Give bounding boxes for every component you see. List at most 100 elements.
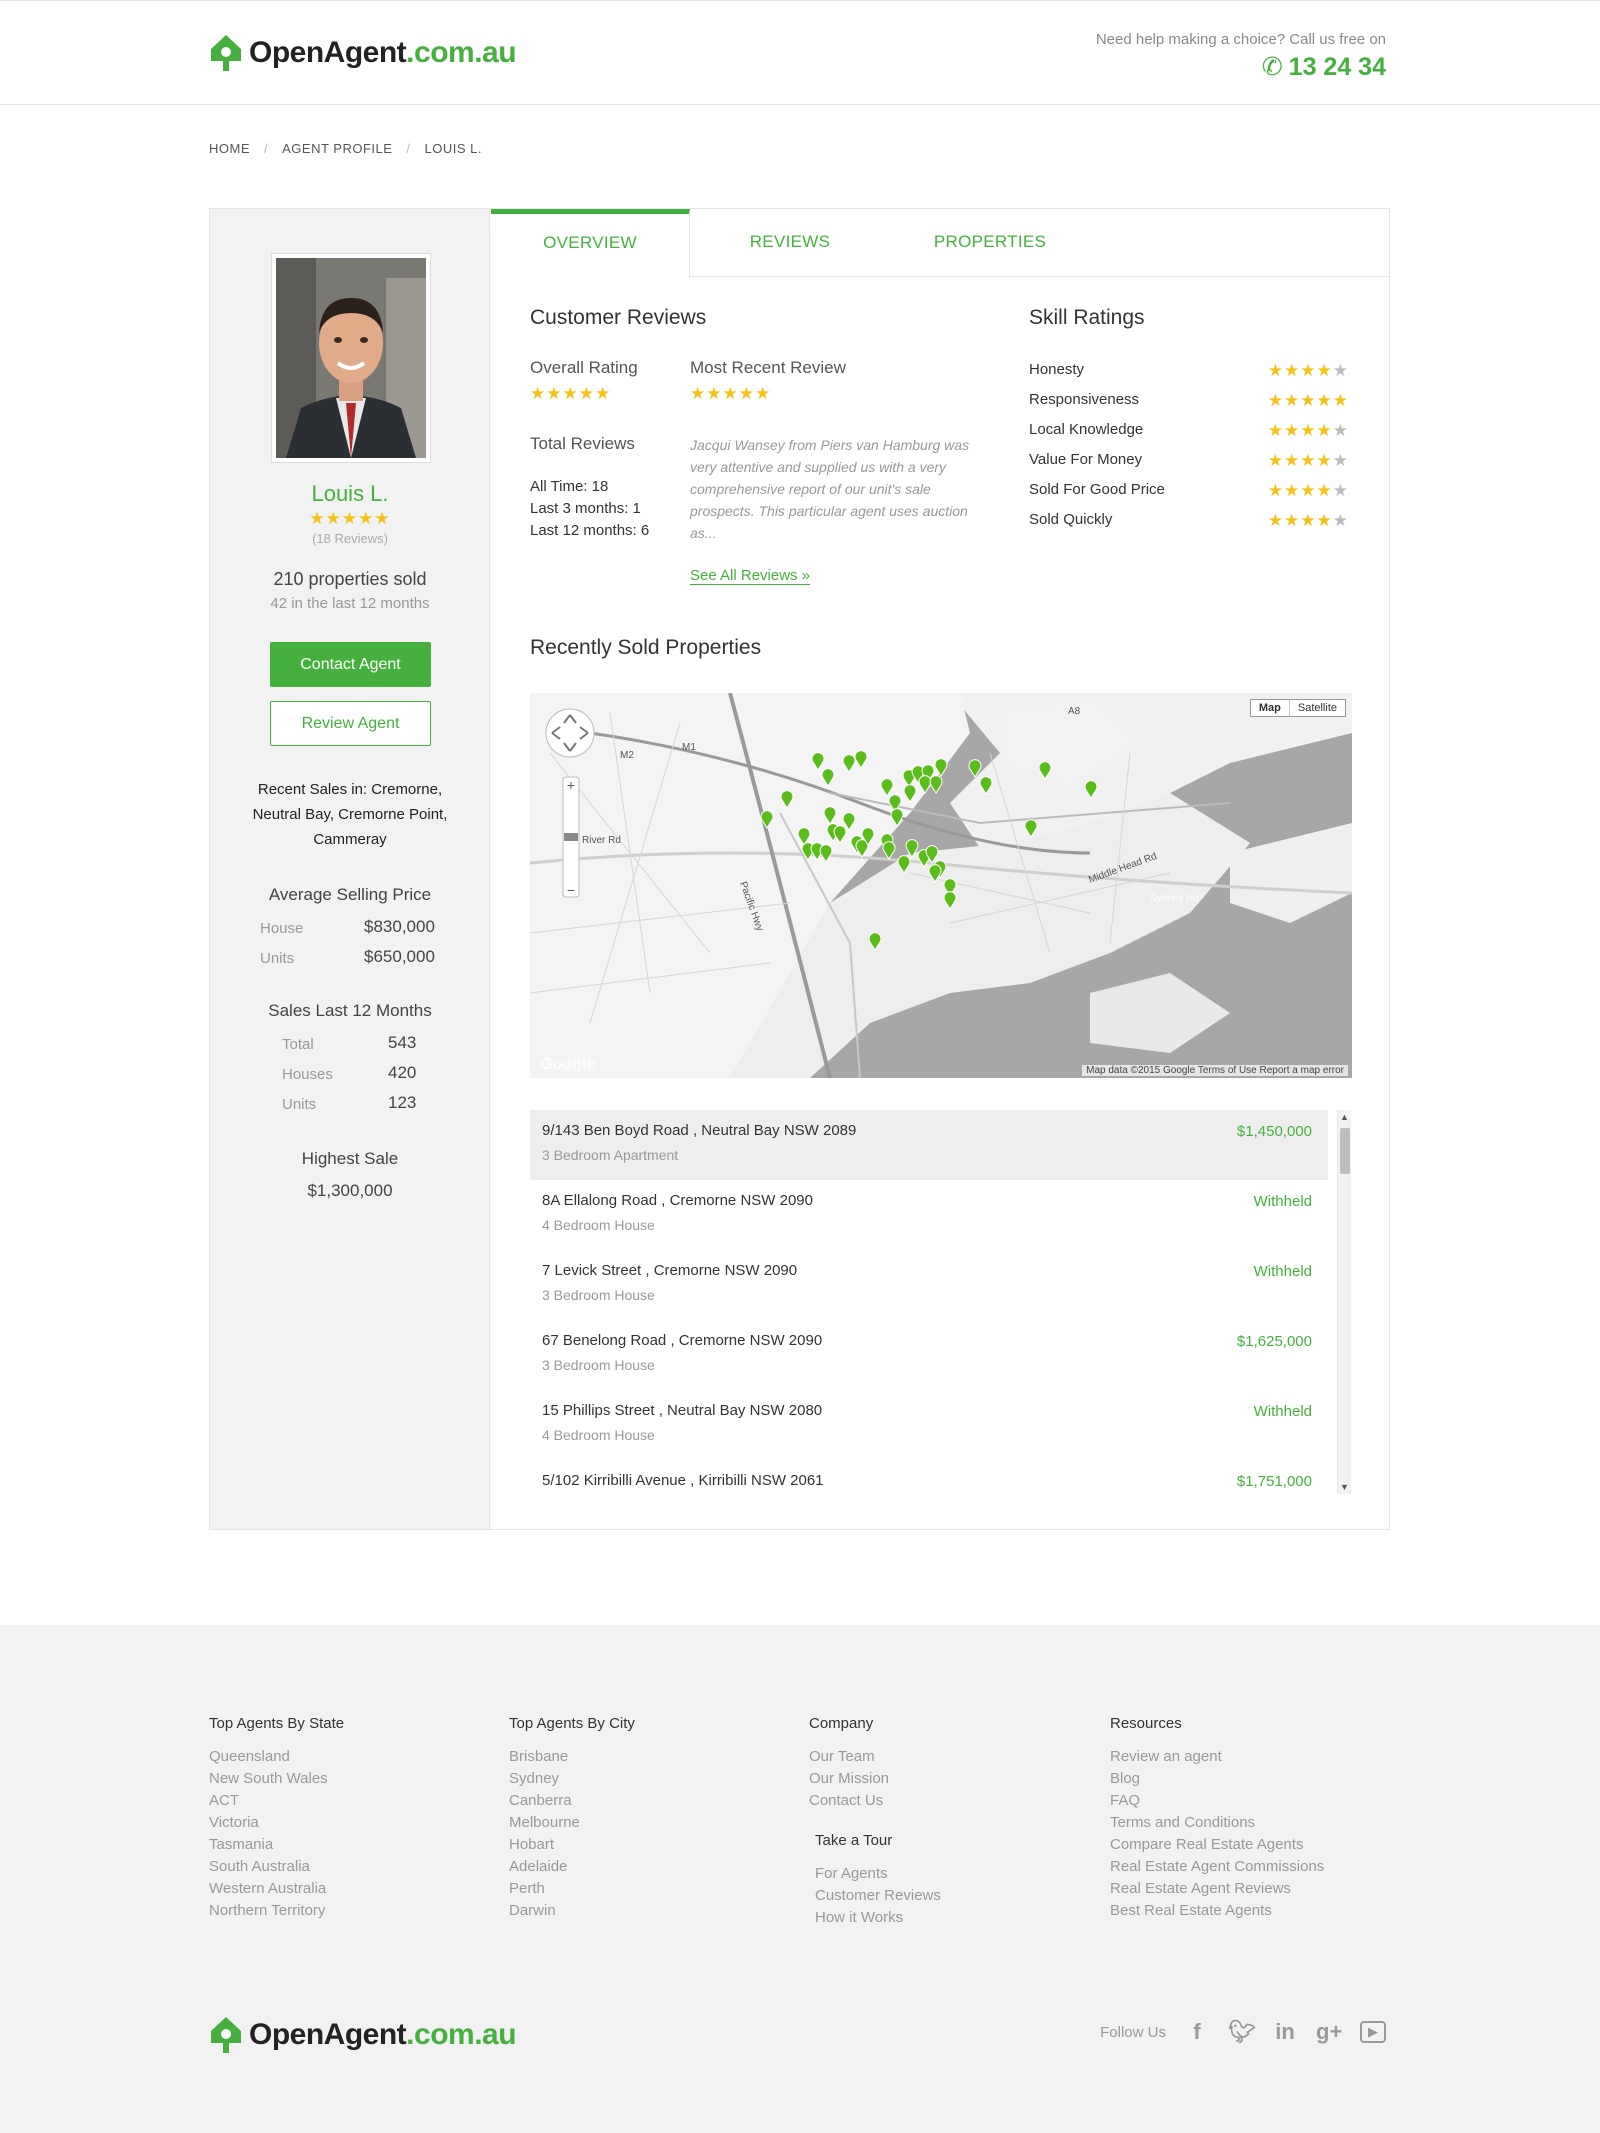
house-price-label: House (260, 920, 304, 937)
scroll-thumb[interactable] (1340, 1128, 1350, 1174)
svg-text:−: − (567, 882, 575, 898)
footer-col-title: Top Agents By State (209, 1715, 345, 1732)
footer-link[interactable]: Customer Reviews (815, 1885, 941, 1907)
footer-link[interactable]: Compare Real Estate Agents (1110, 1834, 1324, 1856)
tab-properties[interactable]: PROPERTIES (890, 209, 1090, 277)
properties-sold: 210 properties sold (273, 569, 427, 589)
footer-link[interactable]: Melbourne (509, 1812, 635, 1834)
skill-label: Value For Money (1029, 451, 1143, 468)
property-row[interactable]: 8A Ellalong Road , Cremorne NSW 2090 4 Be… (530, 1180, 1328, 1250)
map-pin-icon[interactable] (929, 775, 943, 794)
skill-label: Honesty (1029, 361, 1085, 378)
phone-link[interactable]: ✆ 13 24 34 (1096, 52, 1386, 82)
property-row[interactable]: 9/143 Ben Boyd Road , Neutral Bay NSW 20… (530, 1110, 1328, 1180)
footer-col-title: Resources (1110, 1715, 1182, 1732)
footer-link[interactable]: Northern Territory (209, 1900, 344, 1922)
footer-link[interactable]: Review an agent (1110, 1746, 1324, 1768)
sold-properties-map[interactable]: + − River Rd Pacific Hwy Middle Head Rd … (530, 693, 1352, 1078)
map-pin-icon[interactable] (882, 841, 896, 860)
tab-reviews[interactable]: REVIEWS (690, 209, 890, 277)
tab-overview[interactable]: OVERVIEW (491, 209, 690, 278)
linkedin-icon[interactable]: in (1272, 2019, 1298, 2045)
agent-review-count[interactable]: (18 Reviews) (210, 531, 490, 546)
twitter-icon[interactable]: 🐦︎ (1228, 2019, 1256, 2045)
footer-link[interactable]: Perth (509, 1878, 635, 1900)
footer-link[interactable]: Our Team (809, 1746, 941, 1768)
map-type-map[interactable]: Map (1251, 700, 1290, 716)
site-logo[interactable]: OpenAgent.com.au (209, 33, 517, 73)
footer-link[interactable]: Best Real Estate Agents (1110, 1900, 1324, 1922)
property-row[interactable]: 67 Benelong Road , Cremorne NSW 2090 3 Be… (530, 1320, 1328, 1390)
logo-domain: .com.au (406, 36, 517, 69)
skill-row: Sold Quickly ★★★★★ (1029, 511, 1349, 531)
site-header: OpenAgent.com.au Need help making a choi… (0, 0, 1600, 105)
property-row[interactable]: 15 Phillips Street , Neutral Bay NSW 208… (530, 1390, 1328, 1460)
map-canvas: + − River Rd Pacific Hwy Middle Head Rd … (530, 693, 1352, 1078)
footer-link[interactable]: Canberra (509, 1790, 635, 1812)
agent-sidebar: Louis L. ★★★★★ (18 Reviews) 210 properti… (210, 209, 490, 1529)
breadcrumb-home[interactable]: HOME (209, 141, 250, 156)
agent-photo (271, 253, 431, 463)
map-type-satellite[interactable]: Satellite (1290, 700, 1345, 716)
footer-link[interactable]: New South Wales (209, 1768, 344, 1790)
googleplus-icon[interactable]: g+ (1316, 2019, 1342, 2045)
footer-col-resources: Resources Review an agent Blog FAQ Terms an… (1110, 1715, 1324, 1922)
property-type: 3 Bedroom Apartment (542, 1147, 679, 1163)
footer-link[interactable]: Our Mission (809, 1768, 941, 1790)
footer-tour-title: Take a Tour (815, 1832, 893, 1849)
footer-link[interactable]: Victoria (209, 1812, 344, 1834)
property-type: 4 Bedroom House (542, 1217, 655, 1233)
recent-review-stars: ★★★★★ (690, 384, 772, 403)
map-attribution[interactable]: Map data ©2015 Google Terms of Use Repor… (1082, 1065, 1348, 1076)
overall-rating-label: Overall Rating (530, 358, 638, 377)
skill-ratings-title: Skill Ratings (1029, 306, 1145, 329)
footer-link[interactable]: Contact Us (809, 1790, 941, 1812)
property-price: Withheld (1253, 1263, 1312, 1280)
property-row[interactable]: 5/102 Kirribilli Avenue , Kirribilli NSW… (530, 1460, 1328, 1495)
facebook-icon[interactable]: f (1184, 2019, 1210, 2045)
footer-link[interactable]: Sydney (509, 1768, 635, 1790)
youtube-icon[interactable]: ▶ (1360, 2021, 1386, 2043)
property-list-scrollbar[interactable]: ▲ ▼ (1337, 1110, 1351, 1494)
footer-link[interactable]: ACT (209, 1790, 344, 1812)
property-price: Withheld (1253, 1193, 1312, 1210)
footer-col-company: Company Our Team Our Mission Contact Us Ta… (809, 1715, 941, 1929)
house-pin-icon (209, 2015, 243, 2055)
breadcrumb-agent-profile[interactable]: AGENT PROFILE (282, 141, 392, 156)
skill-row: Responsiveness ★★★★★ (1029, 391, 1349, 411)
see-all-reviews-link[interactable]: See All Reviews » (690, 567, 811, 585)
footer-logo[interactable]: OpenAgent.com.au (209, 2015, 517, 2055)
scroll-up-icon[interactable]: ▲ (1340, 1112, 1349, 1122)
sales-units-label: Units (282, 1096, 317, 1113)
footer-link[interactable]: Darwin (509, 1900, 635, 1922)
scroll-down-icon[interactable]: ▼ (1340, 1482, 1349, 1492)
skill-row: Honesty ★★★★★ (1029, 361, 1349, 381)
footer-link[interactable]: How it Works (815, 1907, 941, 1929)
footer-link[interactable]: Brisbane (509, 1746, 635, 1768)
footer-link[interactable]: Real Estate Agent Commissions (1110, 1856, 1324, 1878)
map-label-river-rd: River Rd (582, 835, 621, 846)
footer-link[interactable]: Real Estate Agent Reviews (1110, 1878, 1324, 1900)
footer-link[interactable]: Western Australia (209, 1878, 344, 1900)
skill-row: Local Knowledge ★★★★★ (1029, 421, 1349, 441)
map-type-toggle: Map Satellite (1249, 699, 1346, 717)
review-agent-button[interactable]: Review Agent (270, 701, 431, 746)
average-price-title: Average Selling Price (268, 885, 432, 904)
footer-link[interactable]: Terms and Conditions (1110, 1812, 1324, 1834)
footer-link[interactable]: For Agents (815, 1863, 941, 1885)
contact-agent-button[interactable]: Contact Agent (270, 642, 431, 687)
skill-stars: ★★★★★ (1267, 421, 1349, 440)
property-price: $1,625,000 (1236, 1333, 1312, 1350)
logo-main: OpenAgent (249, 36, 407, 69)
footer-link[interactable]: Queensland (209, 1746, 344, 1768)
footer-link[interactable]: Blog (1110, 1768, 1324, 1790)
property-row[interactable]: 7 Levick Street , Cremorne NSW 2090 3 Bed… (530, 1250, 1328, 1320)
footer-link[interactable]: FAQ (1110, 1790, 1324, 1812)
breadcrumb-current: LOUIS L. (424, 141, 483, 156)
footer-link[interactable]: Hobart (509, 1834, 635, 1856)
footer-link[interactable]: Tasmania (209, 1834, 344, 1856)
footer-col-title: Top Agents By City (509, 1715, 635, 1732)
footer-link[interactable]: South Australia (209, 1856, 344, 1878)
map-label-a8: A8 (1068, 706, 1081, 717)
footer-link[interactable]: Adelaide (509, 1856, 635, 1878)
